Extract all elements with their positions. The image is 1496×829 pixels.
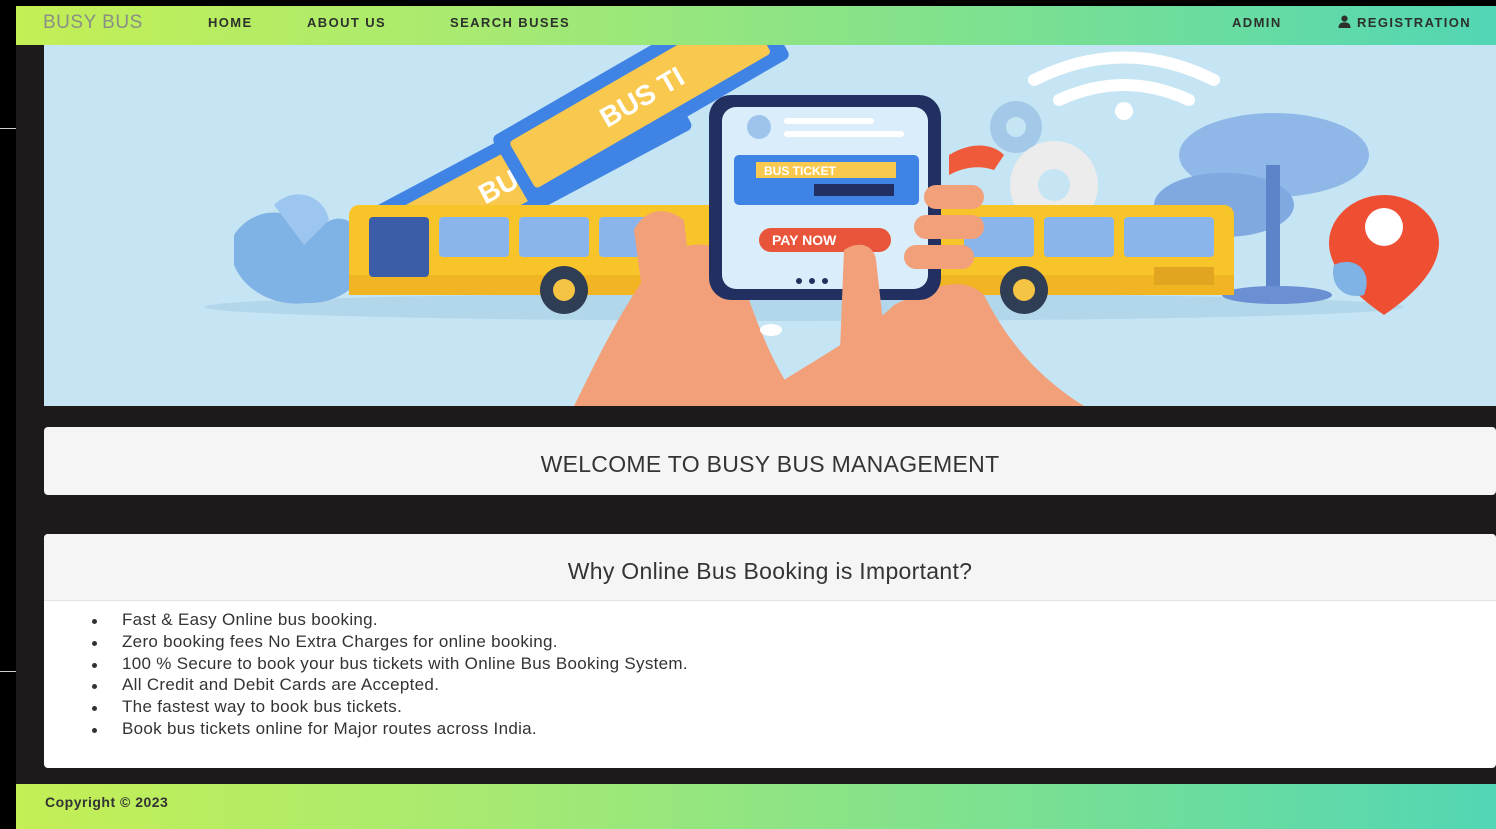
benefits-list: Fast & Easy Online bus booking. Zero boo…: [44, 601, 1496, 740]
list-item: Book bus tickets online for Major routes…: [92, 718, 1496, 740]
list-item: The fastest way to book bus tickets.: [92, 696, 1496, 718]
nav-link-registration[interactable]: REGISTRATION: [1338, 15, 1471, 30]
nav-link-about-us[interactable]: ABOUT US: [307, 15, 386, 30]
hero-banner: BUS TIC BUS TI: [44, 45, 1496, 406]
welcome-title: WELCOME TO BUSY BUS MANAGEMENT: [540, 451, 1000, 477]
edge-line-top: [0, 128, 16, 129]
nav-link-admin[interactable]: ADMIN: [1232, 15, 1282, 30]
footer: Copyright © 2023: [16, 784, 1496, 829]
brand-logo[interactable]: BUSY BUS: [43, 12, 143, 34]
user-icon: [1338, 15, 1351, 28]
copyright-text: Copyright © 2023: [45, 794, 169, 810]
browser-viewport: BUSY BUS HOME ABOUT US SEARCH BUSES ADMI…: [16, 6, 1496, 829]
list-item: 100 % Secure to book your bus tickets wi…: [92, 653, 1496, 675]
nav-link-search-buses[interactable]: SEARCH BUSES: [450, 15, 570, 30]
registration-label: REGISTRATION: [1357, 15, 1472, 30]
nav-link-home[interactable]: HOME: [208, 15, 253, 30]
list-item: Zero booking fees No Extra Charges for o…: [92, 631, 1496, 653]
list-item: Fast & Easy Online bus booking.: [92, 609, 1496, 631]
why-online-booking-panel: Why Online Bus Booking is Important? Fas…: [44, 534, 1496, 768]
list-item: All Credit and Debit Cards are Accepted.: [92, 674, 1496, 696]
hero-illustration: BUS TIC BUS TI: [44, 45, 1496, 406]
pay-now-button: PAY NOW: [772, 232, 837, 248]
navbar: BUSY BUS HOME ABOUT US SEARCH BUSES ADMI…: [16, 6, 1496, 45]
why-panel-title: Why Online Bus Booking is Important?: [44, 534, 1496, 601]
phone-ticket-label: BUS TICKET: [764, 164, 837, 178]
welcome-panel: WELCOME TO BUSY BUS MANAGEMENT: [44, 427, 1496, 495]
edge-line-bottom: [0, 671, 16, 672]
